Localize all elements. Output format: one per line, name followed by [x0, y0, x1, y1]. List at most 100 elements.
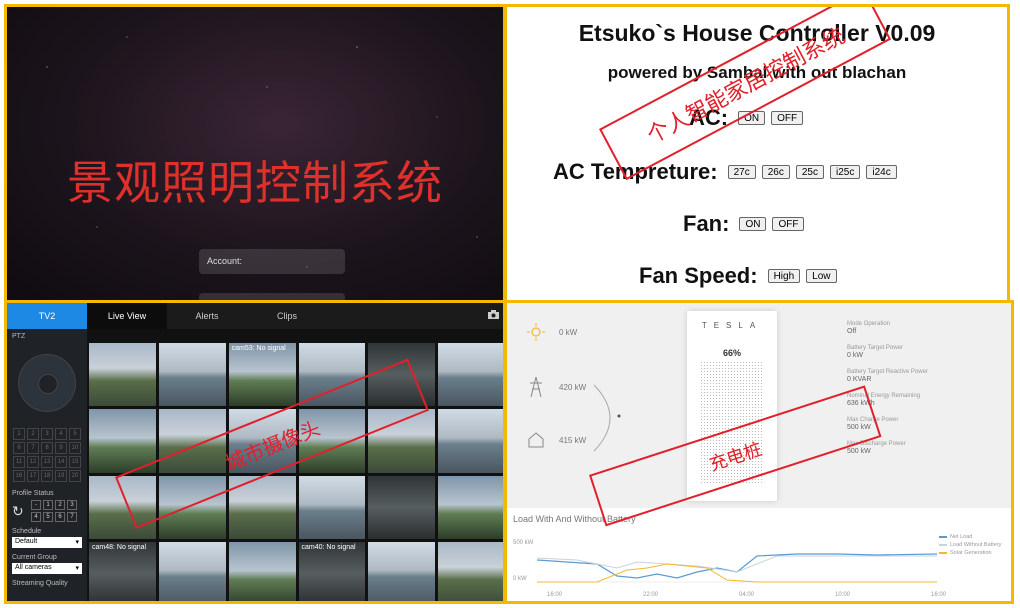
temp-26c-button[interactable]: 26c [761, 165, 790, 179]
chart-legend: Net Load Load Without Battery Solar Genera… [939, 534, 1001, 558]
battery-stat: Battery Target Reactive Power 0 KVAR [847, 369, 928, 383]
ac-off-button[interactable]: OFF [771, 111, 804, 125]
camera-tile[interactable] [158, 541, 226, 601]
tab-tv2[interactable]: TV2 [7, 303, 87, 329]
load-chart: Load With And Without Battery 500 kW 0 k… [507, 508, 1011, 601]
battery-stat-label: Mode Operation [847, 321, 891, 327]
camera-tile[interactable] [89, 409, 156, 473]
charging-pile-stamp-text: 充电桩 [706, 438, 765, 476]
camera-tile[interactable] [158, 343, 226, 407]
profile-key[interactable]: 3 [67, 500, 77, 510]
schedule-select[interactable]: Default ▾ [12, 537, 82, 548]
camera-tile[interactable]: cam53: No signal [228, 343, 296, 407]
camera-tile[interactable] [438, 409, 503, 473]
preset-key[interactable]: 8 [41, 442, 53, 454]
preset-key[interactable]: 20 [69, 470, 81, 482]
fan-speed-high-button[interactable]: High [767, 269, 801, 283]
camera-tile[interactable]: cam40: No signal [298, 541, 366, 601]
preset-key[interactable]: 5 [69, 428, 81, 440]
camera-tile[interactable] [438, 475, 503, 539]
temp-25c-button[interactable]: 25c [795, 165, 824, 179]
preset-key[interactable]: 4 [55, 428, 67, 440]
preset-key[interactable]: 19 [55, 470, 67, 482]
battery-stat: Battery Target Power 0 kW [847, 345, 903, 359]
profile-key[interactable]: 1 [43, 500, 53, 510]
x-tick-label: 16:00 [547, 592, 563, 598]
preset-key[interactable]: 17 [27, 470, 39, 482]
preset-key[interactable]: 14 [55, 456, 67, 468]
x-tick-label: 04:00 [739, 592, 755, 598]
legend-label: Net Load [950, 534, 973, 540]
preset-key[interactable]: 1 [13, 428, 25, 440]
current-group-value: All cameras [15, 564, 52, 571]
preset-key[interactable]: 13 [41, 456, 53, 468]
preset-key[interactable]: 18 [41, 470, 53, 482]
refresh-icon[interactable]: ↻ [12, 503, 28, 520]
x-tick-label: 22:00 [643, 592, 659, 598]
schedule-value: Default [15, 538, 38, 545]
camera-sidebar: PTZ 1 2 3 4 5 6 7 8 9 10 11 12 13 14 15 16 17 18 19 20 Prof… [7, 329, 87, 601]
camera-status-label: cam53: No signal [231, 345, 286, 352]
camera-tile[interactable] [438, 343, 503, 407]
tab-clips[interactable]: Clips [247, 303, 327, 329]
current-group-label: Current Group [12, 554, 57, 561]
camera-tile[interactable] [438, 541, 503, 601]
tab-alerts[interactable]: Alerts [167, 303, 247, 329]
preset-key[interactable]: 16 [13, 470, 25, 482]
tesla-brand: TESLA [701, 321, 763, 330]
chevron-down-icon: ▾ [75, 539, 79, 546]
camera-tabbar: TV2 Live View Alerts Clips [7, 303, 503, 329]
profile-key[interactable]: 7 [67, 512, 77, 522]
tab-live-view[interactable]: Live View [87, 303, 167, 329]
power-tower-icon [530, 377, 542, 397]
profile-key[interactable]: 2 [55, 500, 65, 510]
camera-tile[interactable] [228, 541, 296, 601]
profile-keypad: -123 4567 [31, 500, 77, 522]
legend-item: Solar Generation [939, 550, 1001, 556]
preset-key[interactable]: 15 [69, 456, 81, 468]
schedule-label: Schedule [12, 528, 42, 535]
sensor-house: 415 kW [527, 431, 586, 449]
camera-tile[interactable] [298, 475, 366, 539]
battery-stat-label: Battery Target Power [847, 345, 903, 351]
camera-status-label: cam40: No signal [301, 543, 356, 551]
preset-key[interactable]: 2 [27, 428, 39, 440]
profile-key[interactable]: 4 [31, 512, 41, 522]
camera-tile[interactable] [368, 475, 436, 539]
preset-key[interactable]: 12 [27, 456, 39, 468]
profile-key[interactable]: - [31, 500, 41, 510]
preset-key[interactable]: 7 [27, 442, 39, 454]
camera-tile[interactable] [89, 343, 156, 407]
solar-generation-line [537, 563, 937, 583]
profile-status-label: Profile Status [12, 490, 54, 497]
profile-key[interactable]: 6 [55, 512, 65, 522]
preset-key[interactable]: 11 [13, 456, 25, 468]
camera-tile[interactable]: cam48: No signal [89, 541, 156, 601]
x-tick-label: 16:00 [931, 592, 947, 598]
ptz-joystick[interactable] [18, 354, 76, 412]
account-field[interactable]: Account: [199, 249, 345, 274]
camera-icon[interactable] [483, 303, 503, 329]
current-group-select[interactable]: All cameras ▾ [12, 563, 82, 574]
controller-title: Etsuko`s House Controller V0.09 [578, 20, 936, 46]
fan-speed-label: Fan Speed: [639, 263, 758, 288]
profile-key[interactable]: 5 [43, 512, 53, 522]
load-chart-plot [537, 553, 937, 583]
temp-27c-button[interactable]: 27c [727, 165, 756, 179]
camera-tile[interactable] [368, 541, 436, 601]
legend-label: Solar Generation [950, 550, 992, 556]
temp-i24c-button[interactable]: i24c [866, 165, 897, 179]
preset-key[interactable]: 3 [41, 428, 53, 440]
sensor-grid: 420 kW [527, 377, 586, 397]
net-load-line [537, 553, 937, 579]
preset-key[interactable]: 6 [13, 442, 25, 454]
battery-stat-value: 0 KVAR [847, 376, 872, 383]
fan-speed-low-button[interactable]: Low [806, 269, 837, 283]
preset-key[interactable]: 9 [55, 442, 67, 454]
temp-i25c-button[interactable]: i25c [830, 165, 861, 179]
legend-swatch [939, 552, 947, 554]
y-label-top: 500 kW [513, 540, 534, 546]
preset-key[interactable]: 10 [69, 442, 81, 454]
fan-off-button[interactable]: OFF [772, 217, 805, 231]
fan-on-button[interactable]: ON [739, 217, 767, 231]
